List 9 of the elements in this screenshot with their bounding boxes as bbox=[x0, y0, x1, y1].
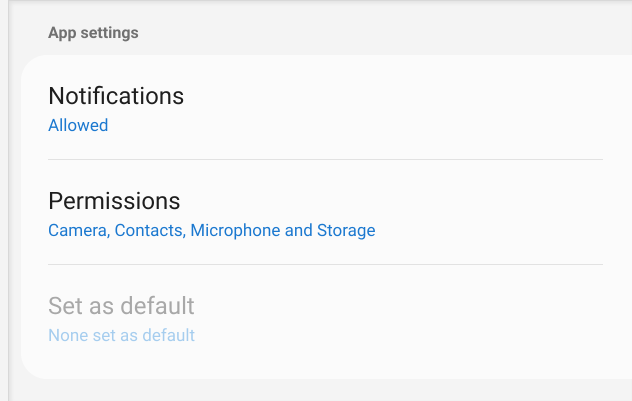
item-title: Permissions bbox=[48, 186, 182, 216]
item-summary: Allowed bbox=[48, 115, 110, 137]
settings-item[interactable]: Permissions Camera, Contacts, Microphone and Storage bbox=[48, 180, 603, 265]
item-summary: None set as default bbox=[48, 325, 196, 347]
item-title: Set as default bbox=[48, 291, 196, 321]
item-title: Notifications bbox=[48, 81, 186, 111]
settings-item[interactable]: Notifications Allowed bbox=[48, 75, 603, 160]
section-header: App settings bbox=[48, 23, 139, 43]
item-summary: Camera, Contacts, Microphone and Storage bbox=[48, 220, 376, 242]
